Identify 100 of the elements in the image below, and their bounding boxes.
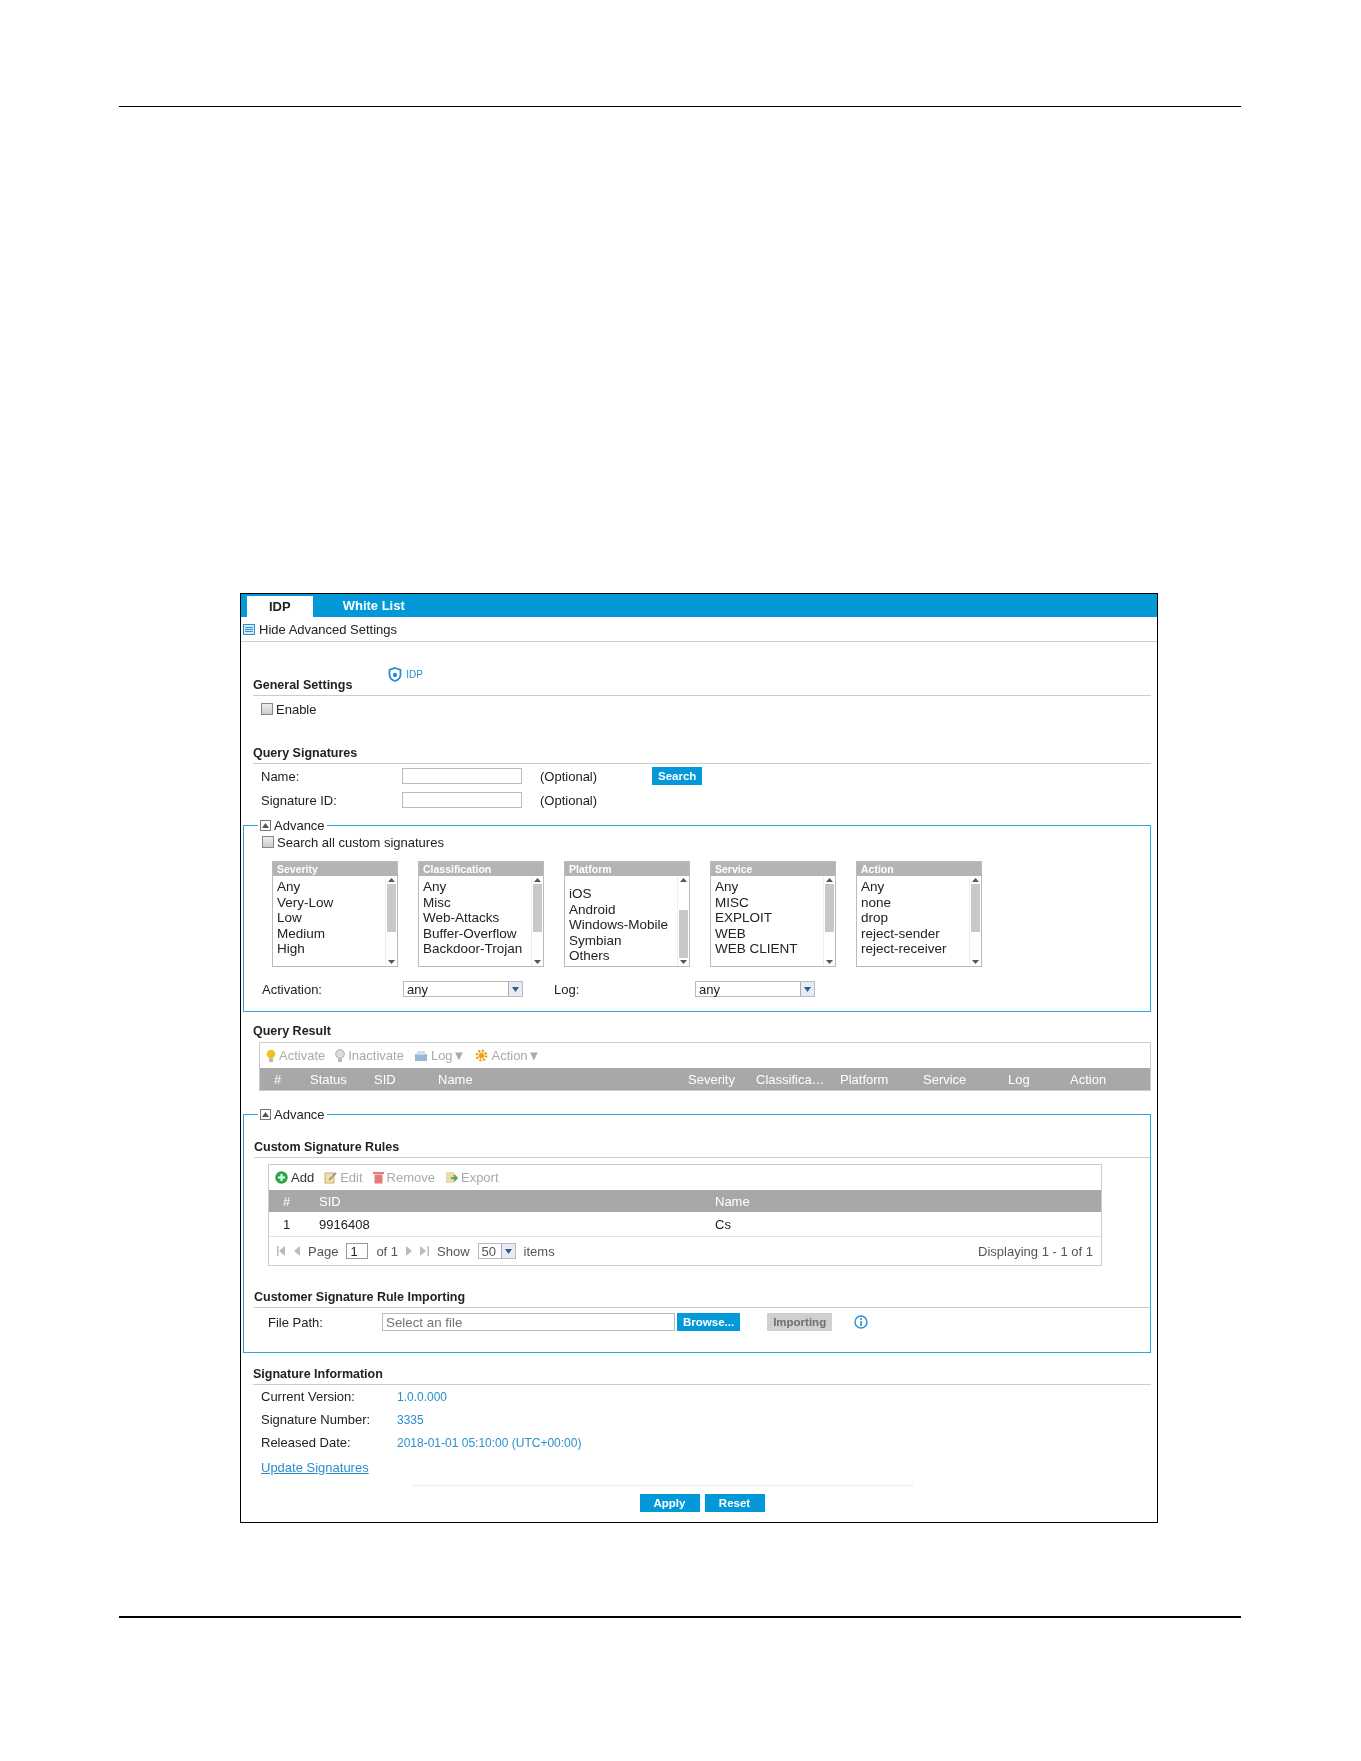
scroll-up-icon[interactable] [972,878,979,882]
list-option[interactable]: MISC [715,894,823,910]
list-option[interactable]: reject-receiver [861,941,969,957]
display-count: Displaying 1 - 1 of 1 [978,1243,1093,1259]
list-option[interactable]: Any [715,879,823,895]
info-label: Signature Number: [261,1412,372,1427]
scroll-up-icon[interactable] [680,878,687,882]
list-header: Classification [419,862,543,876]
table-cell-text: 9916408 [318,1216,371,1232]
section-title: Query Signatures [253,746,358,760]
info-icon[interactable] [854,1315,869,1329]
list-option[interactable]: WEB [715,925,823,941]
file-path-field[interactable]: Select an file [382,1313,675,1331]
list-option[interactable]: drop [861,910,969,926]
optional-note: (Optional) [540,768,599,784]
scroll-up-icon[interactable] [388,878,395,882]
info-value: 3335 [397,1412,424,1427]
log-dropdown[interactable]: any [695,981,815,997]
list-option[interactable]: Symbian [569,932,677,948]
list-option[interactable]: Buffer-Overflow [423,925,531,941]
list-header: Service [711,862,835,876]
list-header: Severity [273,862,397,876]
caret-icon[interactable] [504,1248,512,1254]
table-cell-text: Cs [714,1216,732,1232]
collapse-icon[interactable] [260,1109,271,1120]
list-option[interactable]: Others [569,948,677,964]
page-label: Page [308,1243,339,1259]
checkbox-label: Search all custom signatures [277,834,444,850]
checkbox-label: Enable [276,701,317,717]
update-signatures-link[interactable]: Update Signatures [253,1454,1151,1480]
list-option[interactable]: Web-Attacks [423,910,531,926]
field-label: Name: [261,768,301,784]
log-icon [413,1049,428,1062]
caret-icon[interactable] [804,986,811,992]
list-option[interactable]: Any [861,879,969,895]
list-option[interactable]: WEB CLIENT [715,941,823,957]
input-field[interactable] [402,768,522,784]
list-header: Platform [565,862,689,876]
idp-link[interactable]: IDP [406,669,423,680]
optional-note: (Optional) [540,792,599,808]
items-label: items [523,1243,555,1259]
page-field[interactable]: 1 [346,1243,369,1259]
scroll-up-icon[interactable] [534,878,541,882]
input-field[interactable] [402,792,522,808]
gear-icon [475,1049,489,1062]
scrollbar-thumb[interactable] [387,884,396,932]
list-option[interactable]: iOS [569,886,677,902]
list-option[interactable]: EXPLOIT [715,910,823,926]
caret-icon[interactable] [512,986,519,992]
list-option[interactable]: reject-sender [861,925,969,941]
list-box[interactable]: Action Any none drop reject-sender reject-receiver [856,861,982,967]
checkbox[interactable] [262,836,274,848]
field-label: Activation: [262,981,323,997]
info-label: Released Date: [261,1435,352,1450]
checkbox[interactable] [261,703,273,715]
list-option[interactable]: none [861,894,969,910]
scrollbar-thumb[interactable] [971,884,980,932]
list-option[interactable]: Medium [277,925,385,941]
page-size-dropdown[interactable]: 50 [477,1243,516,1259]
list-option[interactable]: Any [277,879,385,895]
list-option[interactable]: Misc [423,894,531,910]
list-option[interactable]: Android [569,901,677,917]
list-option[interactable]: High [277,941,385,957]
toolbar-button[interactable]: Add [275,1170,315,1185]
list-option[interactable]: Backdoor-Trojan [423,941,531,957]
field-label: File Path: [268,1314,324,1330]
list-box[interactable]: Platform iOS Android Windows-Mobile Symbian Others [564,861,690,967]
list-option[interactable]: Windows-Mobile [569,917,677,933]
field-label: Log: [554,981,581,997]
section-title: General Settings [253,678,353,692]
export-icon [444,1171,458,1184]
list-box[interactable]: Service Any MISC EXPLOIT WEB WEB CLIENT [710,861,836,967]
list-option[interactable]: Very-Low [277,894,385,910]
list-option[interactable]: Any [423,879,531,895]
info-value: 2018-01-01 05:10:00 (UTC+00:00) [397,1435,582,1450]
scroll-down-icon[interactable] [826,960,833,964]
list-option[interactable]: Low [277,910,385,926]
collapse-icon[interactable] [260,820,271,831]
scrollbar-thumb[interactable] [825,884,834,932]
activation-dropdown[interactable]: any [403,981,523,997]
section-title: Signature Information [253,1367,383,1381]
tab[interactable]: IDP [247,596,313,617]
list-box[interactable]: Classification Any Misc Web-Attacks Buffer-Overflow Backdoor-Trojan [418,861,544,967]
list-icon[interactable] [243,623,255,635]
section-title: Customer Signature Rule Importing [254,1290,466,1304]
scrollbar-thumb[interactable] [679,910,688,958]
list-header: Action [857,862,981,876]
scroll-down-icon[interactable] [972,960,979,964]
section-title: Custom Signature Rules [254,1140,400,1154]
scroll-down-icon[interactable] [534,960,541,964]
info-value: 1.0.0.000 [397,1389,448,1404]
section-title: Query Result [253,1024,331,1038]
scroll-up-icon[interactable] [826,878,833,882]
scroll-down-icon[interactable] [388,960,395,964]
scrollbar-thumb[interactable] [533,884,542,932]
scroll-down-icon[interactable] [680,960,687,964]
add-icon [275,1171,288,1184]
list-box[interactable]: Severity Any Very-Low Low Medium High [272,861,398,967]
section-legend: Advance [274,1107,325,1122]
hide-advanced-link[interactable]: Hide Advanced Settings [259,621,398,637]
